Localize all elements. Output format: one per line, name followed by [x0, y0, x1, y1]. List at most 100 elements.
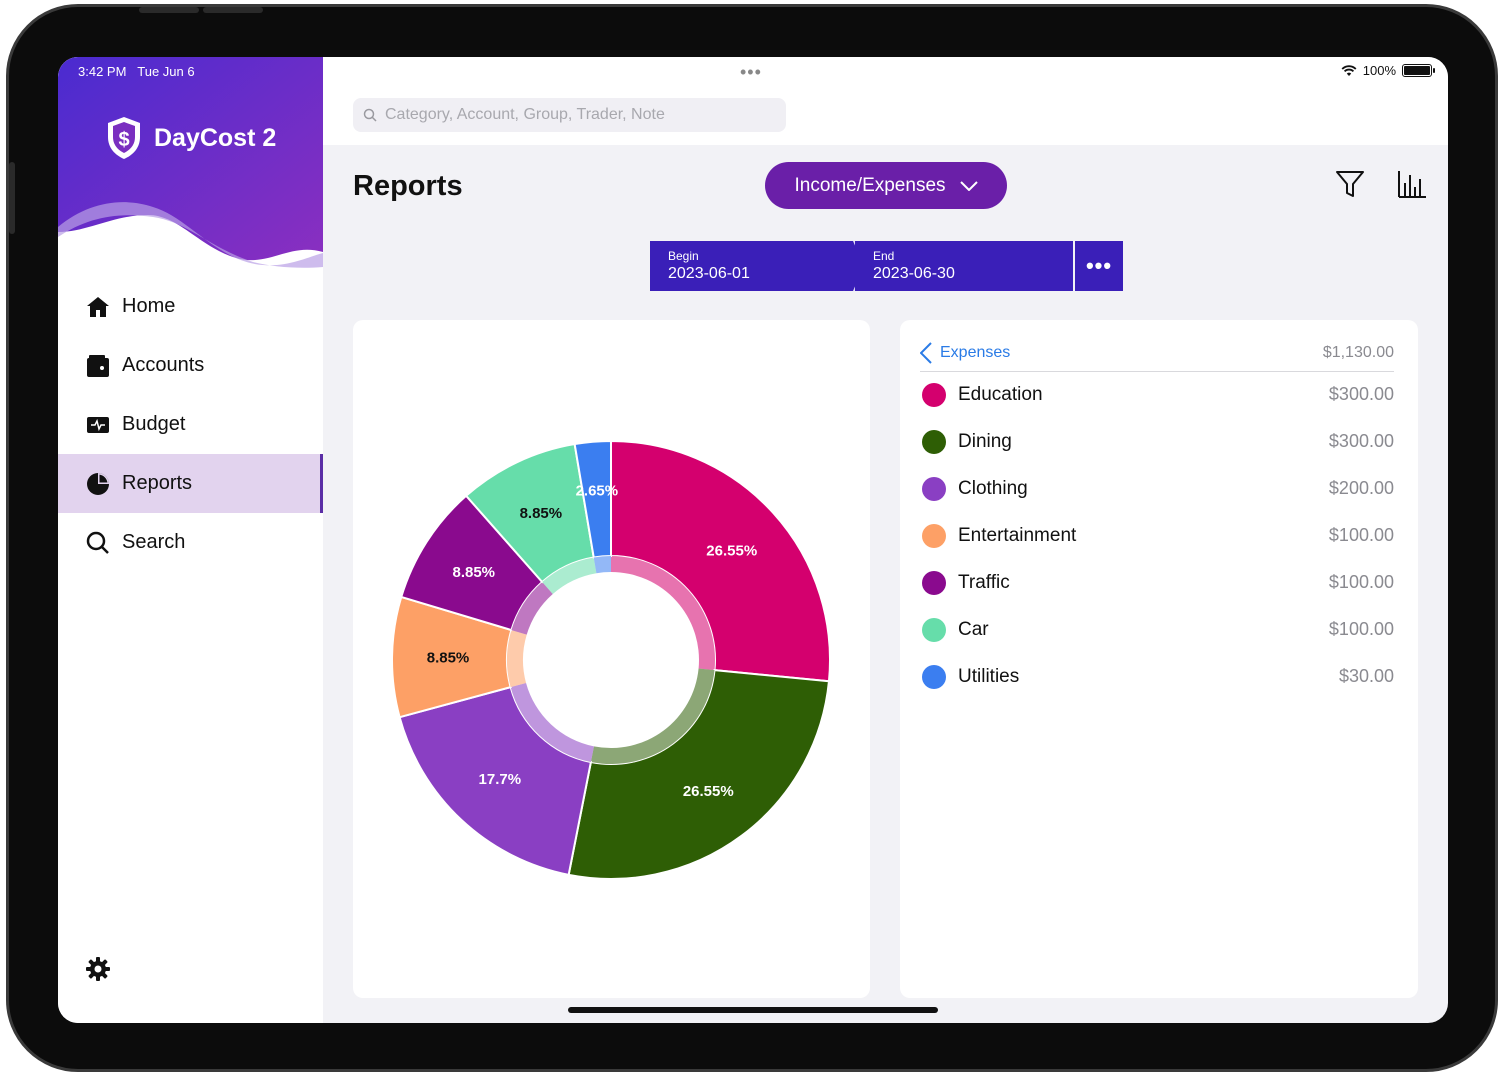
- volume-button: [203, 7, 263, 13]
- category-amount: $200.00: [1328, 478, 1394, 498]
- svg-text:$: $: [118, 129, 129, 151]
- home-icon: [86, 295, 110, 319]
- chevron-left-icon: [920, 341, 932, 364]
- begin-label: Begin: [668, 249, 699, 263]
- side-button: [9, 162, 15, 234]
- category-amount: $300.00: [1328, 384, 1394, 404]
- sidebar-item-label: Budget: [122, 413, 186, 435]
- volume-button: [139, 7, 199, 13]
- list-item[interactable]: Entertainment $100.00: [922, 512, 1394, 559]
- sidebar-item-label: Search: [122, 531, 186, 553]
- pie-inner-ring-entertainment: [507, 630, 527, 688]
- end-value: 2023-06-30: [873, 265, 955, 282]
- more-options-button[interactable]: •••: [1075, 241, 1123, 291]
- list-item[interactable]: Utilities $30.00: [922, 653, 1394, 700]
- category-amount: $100.00: [1328, 572, 1394, 592]
- category-name: Entertainment: [958, 524, 1077, 546]
- home-indicator: [568, 1007, 938, 1013]
- report-type-label: Income/Expenses: [794, 174, 946, 196]
- app-screen: 3:42 PM Tue Jun 6 $ DayCost 2 Home Accou…: [58, 57, 1448, 1023]
- category-color-dot: [922, 429, 946, 454]
- pie-label: 26.55%: [683, 783, 734, 800]
- battery-icon: [1402, 64, 1435, 77]
- multitasking-dots[interactable]: •••: [740, 62, 762, 83]
- category-amount: $300.00: [1328, 431, 1394, 451]
- status-time: 3:42 PM Tue Jun 6: [78, 64, 195, 79]
- begin-value: 2023-06-01: [668, 265, 750, 282]
- sidebar-item-search[interactable]: Search: [58, 513, 323, 572]
- app-name: DayCost 2: [154, 123, 277, 152]
- pie-label: 26.55%: [706, 542, 757, 559]
- category-name: Clothing: [958, 477, 1028, 499]
- pie-label: 8.85%: [520, 505, 563, 522]
- search-icon: [363, 108, 377, 122]
- sidebar-nav: Home Accounts Budget Reports Search: [58, 277, 323, 572]
- pie-chart-icon: [86, 472, 110, 496]
- sidebar: 3:42 PM Tue Jun 6 $ DayCost 2 Home Accou…: [58, 57, 323, 1023]
- battery-percent: 100%: [1362, 63, 1396, 78]
- page-title: Reports: [353, 170, 463, 202]
- search-input[interactable]: [385, 106, 765, 124]
- category-color-dot: [922, 476, 946, 501]
- bar-chart-icon: [1398, 171, 1426, 198]
- sidebar-item-label: Reports: [122, 472, 193, 494]
- pie-label: 17.7%: [479, 771, 522, 788]
- chevron-down-icon: [959, 180, 978, 191]
- category-color-dot: [922, 664, 946, 689]
- back-label: Expenses: [940, 343, 1011, 361]
- pie-label: 2.65%: [576, 483, 619, 500]
- wifi-icon: [1341, 64, 1357, 76]
- sidebar-item-accounts[interactable]: Accounts: [58, 336, 323, 395]
- report-type-dropdown[interactable]: Income/Expenses: [765, 162, 1007, 209]
- sidebar-item-home[interactable]: Home: [58, 277, 323, 336]
- list-item[interactable]: Clothing $200.00: [922, 465, 1394, 512]
- back-button[interactable]: Expenses: [920, 341, 1011, 364]
- list-item[interactable]: Dining $300.00: [922, 418, 1394, 465]
- pie-label: 8.85%: [427, 650, 470, 667]
- gear-icon: [86, 957, 110, 981]
- sidebar-item-label: Accounts: [122, 354, 205, 376]
- category-color-dot: [922, 570, 946, 595]
- total-amount: $1,130.00: [1322, 343, 1394, 361]
- category-name: Utilities: [958, 665, 1020, 687]
- status-indicators: 100%: [1341, 63, 1435, 78]
- sidebar-item-reports[interactable]: Reports: [58, 454, 323, 513]
- category-name: Car: [958, 618, 989, 640]
- list-item[interactable]: Traffic $100.00: [922, 559, 1394, 606]
- search-bar[interactable]: [353, 98, 786, 132]
- settings-button[interactable]: [86, 957, 110, 986]
- donut-chart[interactable]: 26.55% 26.55% 17.7% 8.85% 8.85% 8.85% 2.65%: [353, 320, 870, 998]
- list-item[interactable]: Education $300.00: [922, 371, 1394, 418]
- end-date-field[interactable]: End 2023-06-30: [855, 241, 1073, 291]
- list-header: Expenses $1,130.00: [920, 334, 1394, 372]
- pie-slice-education[interactable]: [610, 439, 831, 683]
- pie-inner-ring-utilities: [593, 556, 611, 574]
- sidebar-header: 3:42 PM Tue Jun 6 $ DayCost 2: [58, 57, 323, 287]
- category-color-dot: [922, 523, 946, 548]
- sidebar-item-label: Home: [122, 295, 176, 317]
- category-color-dot: [922, 617, 946, 642]
- category-color-dot: [922, 382, 946, 407]
- date-range-picker: Begin 2023-06-01 End 2023-06-30 •••: [650, 241, 1123, 291]
- category-name: Education: [958, 383, 1043, 405]
- pie-label: 8.85%: [452, 564, 495, 581]
- filter-icon: [1336, 171, 1364, 197]
- category-amount: $100.00: [1328, 619, 1394, 639]
- search-icon: [86, 531, 110, 555]
- wallet-icon: [86, 354, 110, 378]
- category-name: Traffic: [958, 571, 1010, 593]
- sidebar-item-budget[interactable]: Budget: [58, 395, 323, 454]
- begin-date-field[interactable]: Begin 2023-06-01: [650, 241, 868, 291]
- filter-button[interactable]: [1335, 169, 1365, 204]
- category-amount: $100.00: [1328, 525, 1394, 545]
- category-name: Dining: [958, 430, 1012, 452]
- chart-card: 26.55% 26.55% 17.7% 8.85% 8.85% 8.85% 2.65%: [353, 320, 870, 998]
- app-logo: $ DayCost 2: [104, 115, 276, 161]
- main-content: Reports Income/Expenses Begin 2023-06-01…: [323, 145, 1448, 1023]
- category-list-card: Expenses $1,130.00 Education $300.00 Dinin…: [900, 320, 1418, 998]
- chart-style-button[interactable]: [1397, 169, 1427, 204]
- shield-dollar-icon: $: [108, 117, 140, 159]
- end-label: End: [873, 249, 895, 263]
- list-item[interactable]: Car $100.00: [922, 606, 1394, 653]
- category-amount: $30.00: [1338, 666, 1394, 686]
